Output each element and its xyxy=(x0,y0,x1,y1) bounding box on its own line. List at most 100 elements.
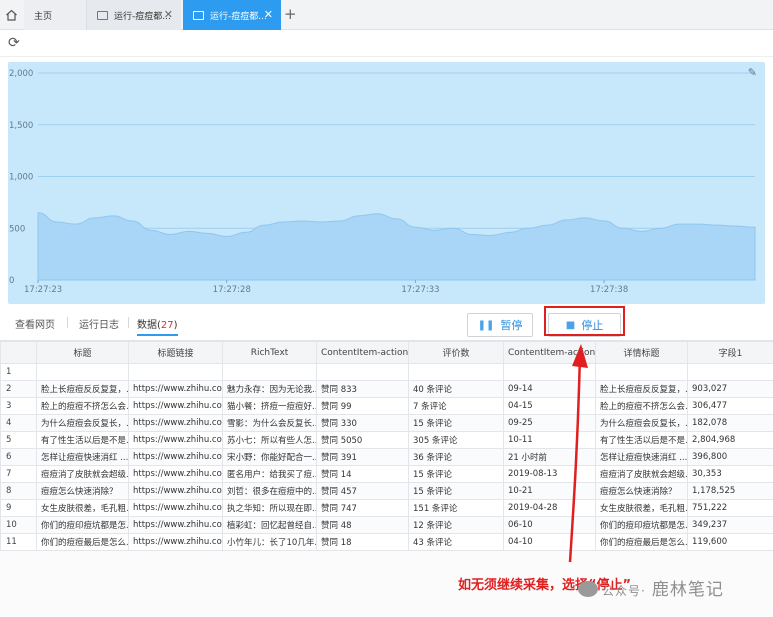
table-cell: 12 条评论 xyxy=(408,516,504,534)
table-cell: 119,600 xyxy=(687,533,773,551)
table-row[interactable]: 11你们的痘痘最后是怎么...https://www.zhihu.com...小… xyxy=(0,533,773,551)
table-cell: https://www.zhihu.com... xyxy=(128,397,223,415)
row-number: 7 xyxy=(0,465,37,483)
tab-data[interactable]: 数据(27) xyxy=(137,316,178,336)
table-cell: 06-10 xyxy=(503,516,596,534)
table-cell: 赞同 391 xyxy=(316,448,409,466)
column-header[interactable]: 字段1 xyxy=(687,341,773,364)
table-cell: 15 条评论 xyxy=(408,414,504,432)
table-cell: 痘痘怎么快速消除？ xyxy=(595,482,688,500)
tab-run-2[interactable]: 运行-痘痘都... ✕ xyxy=(183,0,281,30)
table-cell xyxy=(408,363,504,381)
table-row[interactable]: 6怎样让痘痘快速消红 ...https://www.zhihu.com...宋小… xyxy=(0,448,773,466)
tab-run-1[interactable]: 运行-痘痘都... ✕ xyxy=(86,0,181,30)
column-header-index[interactable] xyxy=(0,341,37,364)
pause-label: 暂停 xyxy=(500,319,523,332)
close-icon[interactable]: ✕ xyxy=(264,8,273,21)
tab-main[interactable]: 主页 xyxy=(24,0,88,30)
table-cell: 15 条评论 xyxy=(408,482,504,500)
table-cell: 脸上的痘痘不挤怎么会... xyxy=(595,397,688,415)
refresh-icon[interactable]: ⟳ xyxy=(8,35,24,51)
table-cell: 04-10 xyxy=(503,533,596,551)
table-row[interactable]: 9 女生皮肤很差，毛孔粗... https://www.zhihu.com...执之… xyxy=(0,499,773,517)
table-cell: 349,237 xyxy=(687,516,773,534)
table-cell: 你们的痘痘最后是怎么... xyxy=(36,533,129,551)
y-tick-label: 0 xyxy=(9,276,14,286)
window-icon xyxy=(193,10,204,20)
x-tick-label: 17:27:33 xyxy=(401,285,439,295)
table-cell: https://www.zhihu.com... xyxy=(128,465,223,483)
tab-view-page[interactable]: 查看网页 xyxy=(15,316,55,331)
column-header[interactable]: 标题链接 xyxy=(128,341,223,364)
table-cell: 赞同 18 xyxy=(316,533,409,551)
table-cell: 赞同 14 xyxy=(316,465,409,483)
table-cell: https://www.zhihu.com... xyxy=(128,533,223,551)
new-tab-plus-icon[interactable]: + xyxy=(284,5,297,23)
table-cell: 执之华知：所以现在即... xyxy=(222,499,317,517)
table-cell: 小竹年儿：长了10几年... xyxy=(222,533,317,551)
pencil-icon[interactable]: ✎ xyxy=(748,66,757,79)
table-cell: 2019-04-28 xyxy=(503,499,596,517)
x-tick-label: 17:27:23 xyxy=(24,285,62,295)
tab-divider xyxy=(128,317,129,328)
table-row[interactable]: 4为什么痘痘会反复长，...https://www.zhihu.com...雪影… xyxy=(0,414,773,432)
column-header[interactable]: ContentItem-actions xyxy=(316,341,409,364)
home-tab[interactable] xyxy=(0,0,22,30)
table-cell: 女生皮肤很差，毛孔粗... xyxy=(595,499,688,517)
y-tick-label: 1,500 xyxy=(9,121,33,131)
row-number: 10 xyxy=(0,516,37,534)
chart-svg: 2,000 1,500 1,000 500 0 17:27:23 17:27:28 17:27… xyxy=(9,69,756,295)
table-cell: 怎样让痘痘快速消红 ... xyxy=(36,448,129,466)
data-count: 27 xyxy=(160,320,174,331)
table-cell: 你们的痘痘最后是怎么... xyxy=(595,533,688,551)
column-header[interactable]: 标题 xyxy=(36,341,129,364)
stop-highlight-box xyxy=(544,306,625,336)
speed-chart: 2,000 1,500 1,000 500 0 17:27:23 17:27:28 17:27… xyxy=(8,62,765,304)
table-cell: 你们的痘印痘坑都是怎... xyxy=(36,516,129,534)
wechat-icon xyxy=(578,581,598,597)
table-cell: 赞同 457 xyxy=(316,482,409,500)
table-row[interactable]: 5有了性生活以后是不是...https://www.zhihu.com...苏小… xyxy=(0,431,773,449)
table-cell: 匿名用户：给我买了痘... xyxy=(222,465,317,483)
table-row[interactable]: 1 xyxy=(0,363,773,381)
column-header[interactable]: 评价数 xyxy=(408,341,504,364)
tab-run-1-label: 运行-痘痘都... xyxy=(114,11,171,22)
row-number: 1 xyxy=(0,363,37,381)
data-table: 标题 标题链接 RichText ContentItem-actions 评价数 Cont… xyxy=(0,341,773,551)
table-cell: 痘痘消了皮肤就会超级... xyxy=(36,465,129,483)
pause-button[interactable]: ❚❚ 暂停 xyxy=(467,313,533,337)
row-number: 9 xyxy=(0,499,37,517)
home-icon xyxy=(5,9,17,21)
column-header[interactable]: 详情标题 xyxy=(595,341,688,364)
table-row[interactable]: 10你们的痘印痘坑都是怎...https://www.zhihu.com...植… xyxy=(0,516,773,534)
table-cell: 21 小时前 xyxy=(503,448,596,466)
table-cell: 2019-08-13 xyxy=(503,465,596,483)
table-row[interactable]: 7痘痘消了皮肤就会超级...https://www.zhihu.com...匿名… xyxy=(0,465,773,483)
table-cell: 赞同 330 xyxy=(316,414,409,432)
tab-run-log[interactable]: 运行日志 xyxy=(79,316,119,331)
column-header[interactable]: ContentItem-action xyxy=(503,341,596,364)
table-row[interactable]: 2脸上长痘痘反反复复，...https://www.zhihu.com...魅力… xyxy=(0,380,773,398)
table-cell: 你们的痘印痘坑都是怎... xyxy=(595,516,688,534)
column-header[interactable]: RichText xyxy=(222,341,317,364)
close-icon[interactable]: ✕ xyxy=(164,8,173,21)
table-row[interactable]: 8痘痘怎么快速消除？https://www.zhihu.com...刘哲：很多在… xyxy=(0,482,773,500)
table-cell: 09-25 xyxy=(503,414,596,432)
tab-main-label: 主页 xyxy=(34,11,53,22)
table-cell: 151 条评论 xyxy=(408,499,504,517)
table-row[interactable]: 3脸上的痘痘不挤怎么会...https://www.zhihu.com...猫小… xyxy=(0,397,773,415)
result-tabs: 查看网页 运行日志 数据(27) ❚❚ 暂停 ■ 停止 xyxy=(0,306,773,337)
table-cell: 30,353 xyxy=(687,465,773,483)
table-cell: 04-15 xyxy=(503,397,596,415)
table-cell: 魅力永存：因为无论我... xyxy=(222,380,317,398)
table-cell xyxy=(36,363,129,381)
table-cell: 脸上的痘痘不挤怎么会... xyxy=(36,397,129,415)
table-cell: 751,222 xyxy=(687,499,773,517)
row-number: 4 xyxy=(0,414,37,432)
table-cell: https://www.zhihu.com... xyxy=(128,499,223,517)
table-cell: 7 条评论 xyxy=(408,397,504,415)
table-cell xyxy=(687,363,773,381)
table-cell: 为什么痘痘会反复长，... xyxy=(36,414,129,432)
table-cell: 有了性生活以后是不是... xyxy=(595,431,688,449)
tab-divider xyxy=(67,317,68,328)
